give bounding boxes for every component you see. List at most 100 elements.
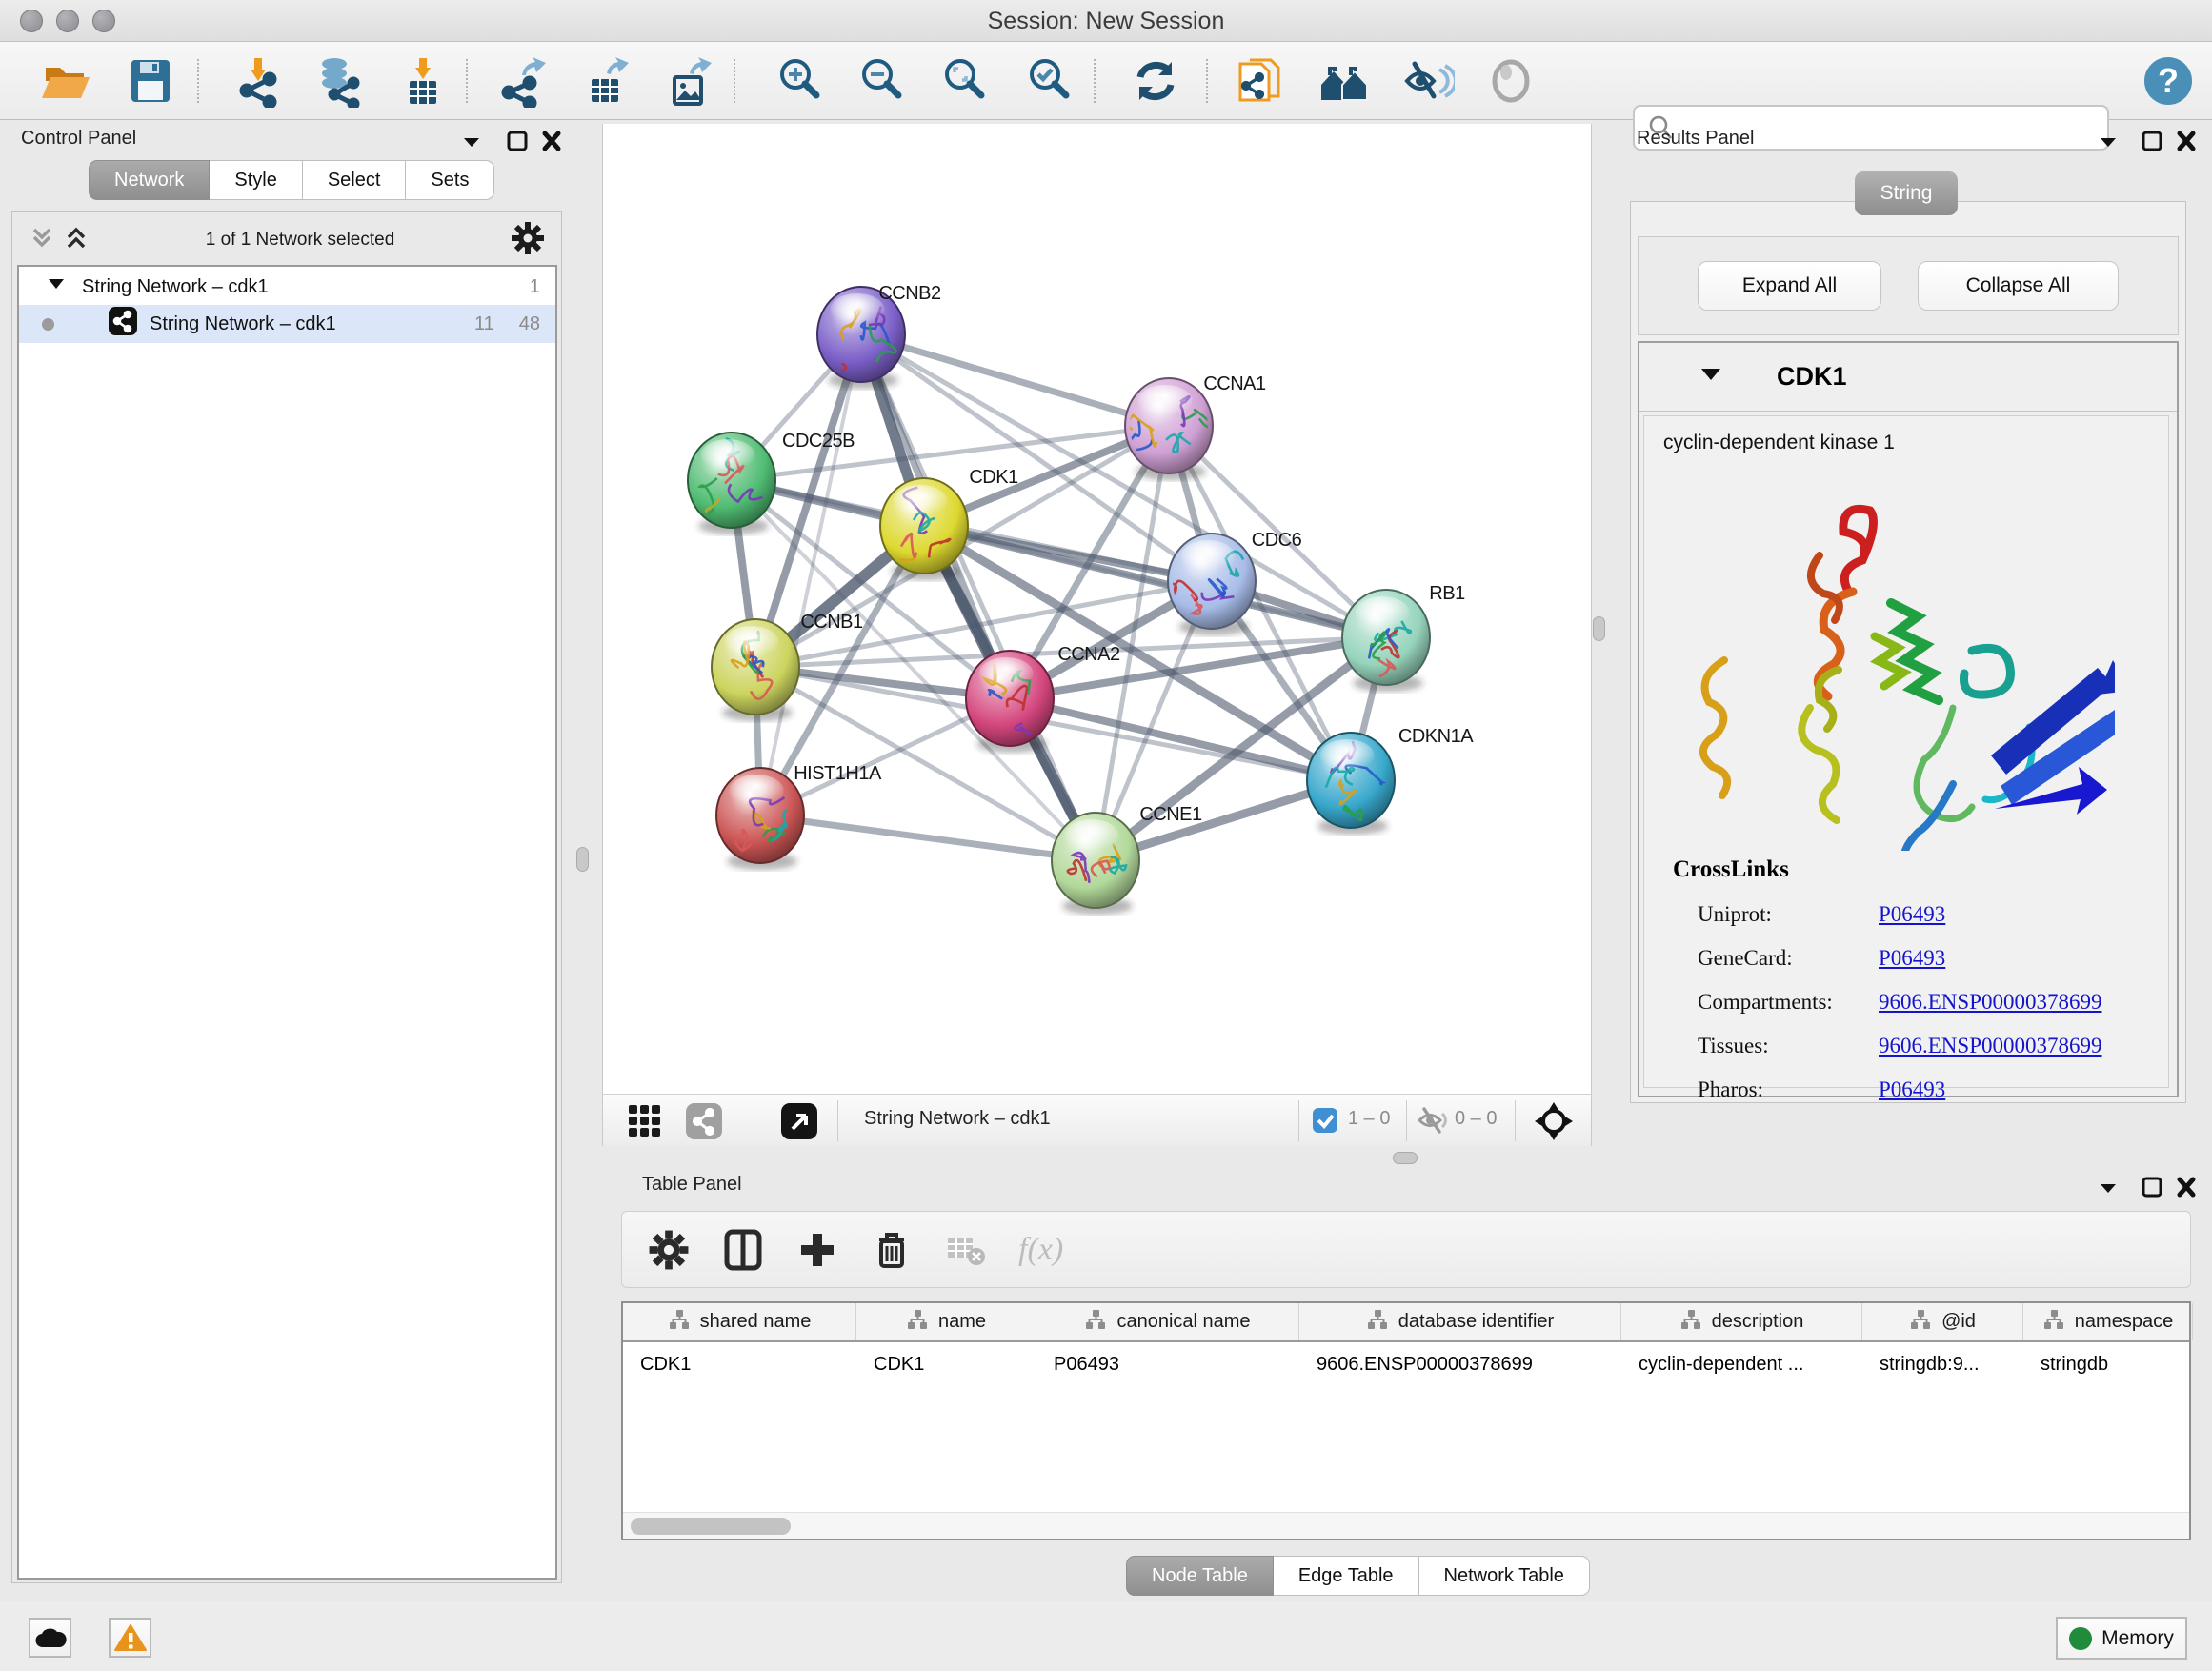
network-canvas-svg[interactable]: CCNB2CCNA1CDC25BCDK1CDC6RB1CCNB1CCNA2CDK… xyxy=(603,124,1591,1092)
crosslink-link[interactable]: P06493 xyxy=(1879,946,1945,971)
gene-collapse-icon[interactable] xyxy=(1699,365,1723,389)
table-row[interactable]: CDK1CDK1P064939606.ENSP00000378699cyclin… xyxy=(623,1342,2189,1386)
tab-edge-table[interactable]: Edge Table xyxy=(1274,1556,1419,1596)
protein-structure-image xyxy=(1667,470,2115,851)
network-row[interactable]: String Network – cdk1 11 48 xyxy=(19,305,555,343)
network-options-gear-icon[interactable] xyxy=(511,221,545,260)
import-network-database-icon[interactable] xyxy=(312,54,365,108)
network-node-RB1[interactable]: RB1 xyxy=(1342,583,1465,692)
network-node-CCNB1[interactable]: CCNB1 xyxy=(712,612,863,721)
table-panel-float-icon[interactable] xyxy=(2138,1176,2166,1200)
save-session-icon[interactable] xyxy=(124,54,177,108)
crosslink-link[interactable]: P06493 xyxy=(1879,1077,1945,1102)
results-panel-menu-icon[interactable] xyxy=(2094,130,2122,154)
network-tree: String Network – cdk1 1 String Network –… xyxy=(17,265,557,1580)
column-header-shared-name[interactable]: shared name xyxy=(623,1303,856,1340)
table-horizontal-scrollbar[interactable] xyxy=(623,1512,2189,1539)
eye-icon[interactable] xyxy=(1484,54,1538,108)
cloud-status-button[interactable] xyxy=(29,1618,71,1658)
column-header--id[interactable]: @id xyxy=(1862,1303,2023,1340)
zoom-in-icon[interactable] xyxy=(774,54,827,108)
node-label-CCNA1: CCNA1 xyxy=(1203,373,1266,394)
zoom-fit-icon[interactable] xyxy=(938,54,992,108)
gene-section-header[interactable]: CDK1 xyxy=(1639,343,2177,412)
refresh-icon[interactable] xyxy=(1129,54,1182,108)
expand-all-button[interactable]: Expand All xyxy=(1698,261,1881,311)
delete-column-icon[interactable] xyxy=(870,1228,914,1272)
tab-node-table[interactable]: Node Table xyxy=(1126,1556,1274,1596)
control-panel-float-icon[interactable] xyxy=(503,130,532,154)
node-table[interactable]: shared namenamecanonical namedatabase id… xyxy=(621,1301,2191,1540)
right-splitter-handle[interactable] xyxy=(1593,616,1605,641)
network-edge[interactable] xyxy=(760,815,1096,860)
column-header-description[interactable]: description xyxy=(1621,1303,1862,1340)
crosslink-link[interactable]: 9606.ENSP00000378699 xyxy=(1879,1034,2102,1058)
column-header-namespace[interactable]: namespace xyxy=(2023,1303,2193,1340)
network-nodes[interactable]: CCNB2CCNA1CDC25BCDK1CDC6RB1CCNB1CCNA2CDK… xyxy=(685,283,1475,915)
network-node-CCNB2[interactable]: CCNB2 xyxy=(802,283,942,389)
cloud-icon xyxy=(34,1626,67,1649)
column-header-name[interactable]: name xyxy=(856,1303,1036,1340)
network-edge[interactable] xyxy=(861,334,1169,426)
left-splitter-handle[interactable] xyxy=(576,847,589,872)
selected-checkbox-icon[interactable] xyxy=(1312,1107,1338,1138)
results-panel-close-icon[interactable] xyxy=(2172,130,2201,154)
crosslink-row: GeneCard:P06493 xyxy=(1698,936,2155,980)
network-view-type-icon[interactable] xyxy=(685,1102,723,1145)
zoom-selected-icon[interactable] xyxy=(1023,54,1076,108)
crosslink-link[interactable]: 9606.ENSP00000378699 xyxy=(1879,990,2102,1015)
network-view[interactable]: CCNB2CCNA1CDC25BCDK1CDC6RB1CCNB1CCNA2CDK… xyxy=(602,124,1592,1094)
network-node-CDKN1A[interactable]: CDKN1A xyxy=(1307,726,1474,835)
houses-icon[interactable] xyxy=(1317,54,1371,108)
import-table-file-icon[interactable] xyxy=(396,54,450,108)
export-image-icon[interactable] xyxy=(663,54,716,108)
import-network-file-icon[interactable] xyxy=(231,54,285,108)
control-panel-close-icon[interactable] xyxy=(537,130,566,154)
tab-string[interactable]: String xyxy=(1855,171,1958,215)
tab-sets[interactable]: Sets xyxy=(406,160,494,200)
column-header-database-identifier[interactable]: database identifier xyxy=(1299,1303,1621,1340)
tab-network[interactable]: Network xyxy=(89,160,210,200)
hide-graphics-icon[interactable] xyxy=(1401,54,1455,108)
network-node-HIST1H1A[interactable]: HIST1H1A xyxy=(716,763,882,870)
control-panel-menu-icon[interactable] xyxy=(457,130,486,154)
help-icon[interactable]: ? xyxy=(2142,54,2195,108)
network-collection-row[interactable]: String Network – cdk1 1 xyxy=(19,267,555,305)
memory-button[interactable]: Memory xyxy=(2056,1617,2187,1660)
table-cell: CDK1 xyxy=(856,1342,1036,1386)
network-edge[interactable] xyxy=(760,334,861,815)
collapse-all-button[interactable]: Collapse All xyxy=(1918,261,2119,311)
collection-collapse-icon[interactable] xyxy=(46,275,67,298)
grid-view-icon[interactable] xyxy=(628,1104,662,1143)
table-panel-splitter-handle[interactable] xyxy=(1393,1152,1418,1164)
table-panel-close-icon[interactable] xyxy=(2172,1176,2201,1200)
tab-select[interactable]: Select xyxy=(303,160,407,200)
results-panel-float-icon[interactable] xyxy=(2138,130,2166,154)
scrollbar-thumb[interactable] xyxy=(631,1518,791,1535)
network-node-CDC6[interactable]: CDC6 xyxy=(1168,530,1302,635)
birdseye-target-icon[interactable] xyxy=(1533,1100,1575,1147)
column-header-canonical-name[interactable]: canonical name xyxy=(1036,1303,1299,1340)
share-document-icon[interactable] xyxy=(1235,54,1288,108)
export-table-icon[interactable] xyxy=(580,54,633,108)
network-node-CCNA1[interactable]: CCNA1 xyxy=(1125,373,1266,480)
collapse-all-icon[interactable] xyxy=(29,224,55,257)
table-panel-menu-icon[interactable] xyxy=(2094,1176,2122,1200)
table-settings-gear-icon[interactable] xyxy=(647,1228,691,1272)
tab-network-table[interactable]: Network Table xyxy=(1419,1556,1590,1596)
control-panel-tabs: NetworkStyleSelectSets xyxy=(89,160,494,200)
open-session-icon[interactable] xyxy=(38,54,91,108)
export-network-icon[interactable] xyxy=(497,54,551,108)
zoom-out-icon[interactable] xyxy=(855,54,909,108)
hidden-eye-icon[interactable] xyxy=(1417,1106,1449,1139)
add-column-icon[interactable] xyxy=(795,1228,839,1272)
window-title: Session: New Session xyxy=(0,8,2212,35)
network-node-CCNE1[interactable]: CCNE1 xyxy=(1052,804,1202,915)
tab-style[interactable]: Style xyxy=(210,160,302,200)
warning-status-button[interactable] xyxy=(109,1618,151,1658)
expand-top-icon[interactable] xyxy=(63,224,90,257)
status-bar: Memory xyxy=(0,1601,2212,1671)
detach-view-icon[interactable] xyxy=(780,1102,818,1145)
crosslink-link[interactable]: P06493 xyxy=(1879,902,1945,927)
show-columns-icon[interactable] xyxy=(721,1228,765,1272)
